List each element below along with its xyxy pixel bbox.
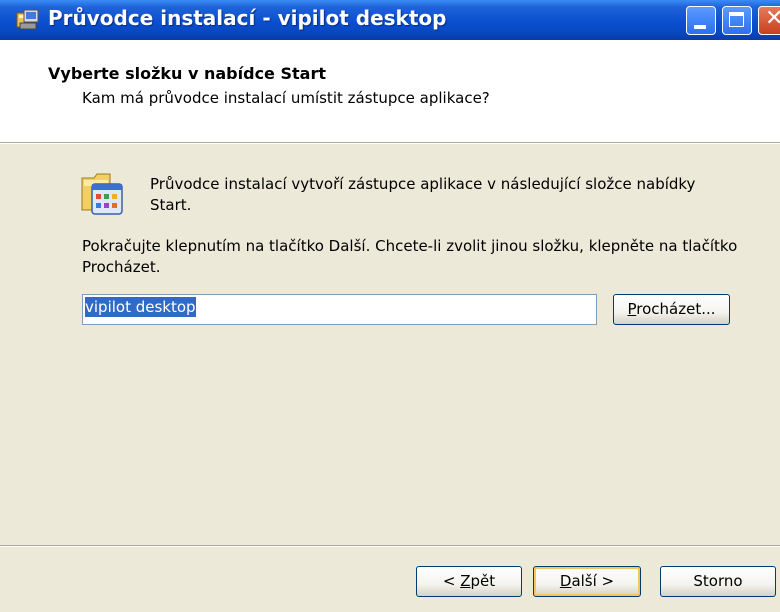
next-accelerator: D — [559, 572, 572, 590]
next-label: alší > — [571, 572, 615, 590]
back-accelerator: Z — [460, 572, 471, 590]
browse-accelerator: P — [627, 300, 637, 318]
next-button[interactable]: Další > — [533, 566, 641, 597]
footer-divider-highlight — [0, 546, 780, 547]
close-button[interactable]: ✕ — [758, 6, 780, 35]
selected-folder-text: vipilot desktop — [85, 297, 196, 317]
title-bar[interactable]: Průvodce instalací - vipilot desktop ✕ — [0, 0, 780, 40]
installer-window: Průvodce instalací - vipilot desktop ✕ V… — [0, 0, 780, 612]
maximize-button[interactable] — [722, 6, 752, 35]
cancel-button[interactable]: Storno — [660, 566, 776, 597]
back-label: pět — [470, 572, 496, 590]
start-menu-folder-icon — [81, 173, 123, 215]
installer-icon — [16, 9, 39, 30]
browse-label: rocházet... — [636, 300, 716, 318]
instruction-text: Pokračujte klepnutím na tlačítko Další. … — [82, 237, 738, 276]
start-menu-folder-input[interactable]: vipilot desktop — [82, 294, 597, 325]
back-button[interactable]: < Zpět — [416, 566, 522, 597]
browse-button[interactable]: Procházet... — [613, 294, 730, 325]
window-title: Průvodce instalací - vipilot desktop — [48, 6, 447, 30]
page-subtitle: Kam má průvodce instalací umístit zástup… — [82, 89, 490, 107]
page-title: Vyberte složku v nabídce Start — [48, 64, 326, 83]
minimize-button[interactable] — [686, 6, 716, 35]
intro-text: Průvodce instalací vytvoří zástupce apli… — [150, 175, 696, 214]
close-icon: ✕ — [765, 6, 780, 31]
back-arrow: < — [442, 572, 461, 590]
header-divider-highlight — [0, 143, 780, 144]
